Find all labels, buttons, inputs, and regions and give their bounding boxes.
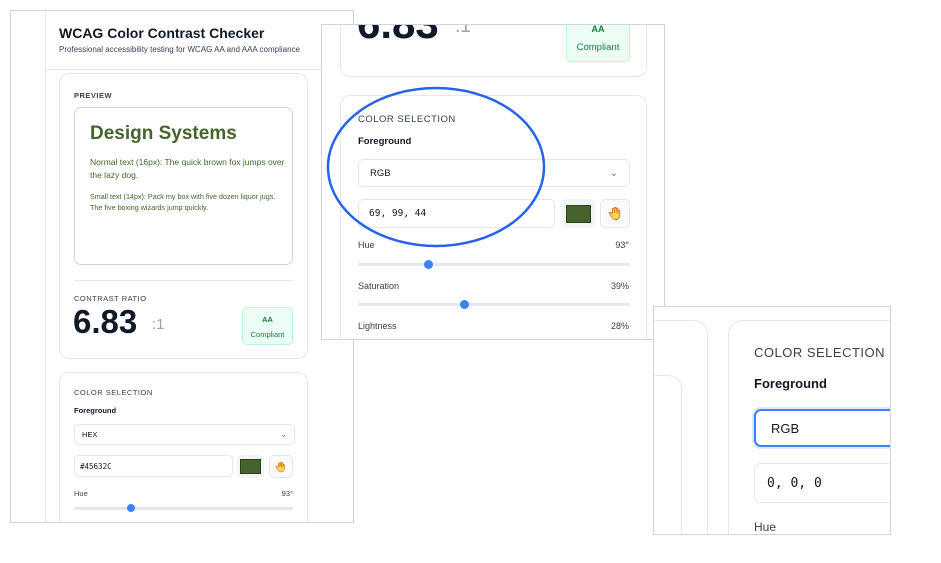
main-app-screenshot: WCAG Color Contrast Checker Professional…: [10, 10, 354, 523]
color-swatch-button[interactable]: [237, 455, 264, 478]
foreground-label: Foreground: [74, 406, 117, 415]
format-select-value: HEX: [82, 430, 98, 439]
foreground-label-zoom2: Foreground: [754, 376, 827, 391]
contrast-ratio-label: CONTRAST RATIO: [74, 294, 147, 303]
rgb-input-value-zoom2: 0, 0, 0: [767, 475, 822, 491]
highlight-ellipse: [326, 86, 546, 248]
preview-normal-text: Normal text (16px): The quick brown fox …: [90, 157, 285, 180]
preview-divider: [74, 280, 293, 281]
hue-label-zoom2: Hue: [754, 520, 777, 534]
color-selection-label: COLOR SELECTION: [74, 388, 153, 397]
badge-level: AA: [262, 315, 273, 324]
color-selection-card-zoom2: COLOR SELECTION Foreground RGB 0, 0, 0 H…: [728, 320, 890, 534]
format-select-value-zoom2: RGB: [771, 420, 800, 436]
preview-small-text: Small text (14px): Pack my box with five…: [90, 192, 276, 212]
color-swatch-zoom: [565, 204, 591, 223]
background-card-edge-2: [654, 375, 682, 534]
hex-input[interactable]: #45632C: [74, 455, 233, 477]
preview-card: PREVIEW Design Systems Normal text (16px…: [59, 73, 308, 359]
preview-box: Design Systems Normal text (16px): The q…: [74, 107, 293, 265]
lightness-label-zoom: Lightness: [358, 321, 397, 331]
app-subtitle: Professional accessibility testing for W…: [59, 45, 301, 54]
saturation-slider-thumb-zoom[interactable]: [459, 300, 469, 309]
preview-heading: Design Systems: [90, 123, 237, 144]
contrast-ratio-suffix-zoom: :1: [455, 24, 471, 37]
hex-input-value: #45632C: [80, 461, 112, 471]
hue-label: Hue: [74, 489, 88, 498]
saturation-label-zoom: Saturation: [358, 281, 400, 291]
saturation-value-zoom: 39%: [610, 281, 629, 291]
contrast-ratio-value: 6.83: [73, 303, 138, 340]
hue-value-zoom: 93°: [615, 240, 629, 250]
hue-slider-thumb-zoom[interactable]: [423, 260, 433, 269]
hand-icon: [608, 206, 620, 221]
left-rail: [45, 11, 46, 522]
color-swatch-button-zoom[interactable]: [561, 199, 595, 228]
hue-value: 93°: [281, 489, 293, 498]
badge-level-zoom: AA: [591, 24, 605, 34]
hue-slider-track-zoom[interactable]: [358, 263, 630, 266]
zoomed-input-screenshot: COLOR SELECTION Foreground RGB 0, 0, 0 H…: [653, 306, 891, 535]
color-selection-label-zoom2: COLOR SELECTION: [754, 345, 886, 360]
contrast-ratio-suffix: :1: [152, 316, 165, 333]
lightness-value-zoom: 28%: [610, 321, 629, 331]
header-divider: [46, 69, 353, 70]
color-selection-card: COLOR SELECTION Foreground HEX ⌄ #45632C…: [59, 372, 308, 522]
hue-slider-track[interactable]: [74, 507, 293, 510]
app-title: WCAG Color Contrast Checker: [59, 25, 265, 41]
hand-icon: [275, 461, 285, 472]
color-swatch: [240, 459, 261, 474]
rgb-input-zoom2[interactable]: 0, 0, 0: [754, 463, 890, 503]
chevron-down-icon: ⌄: [609, 167, 618, 179]
contrast-ratio-value-zoom: 6.83: [357, 25, 439, 48]
saturation-slider-track-zoom[interactable]: [358, 303, 630, 306]
contrast-card-zoom: 6.83 :1 AA Compliant: [340, 24, 647, 77]
compliance-badge-zoom: AA Compliant: [566, 24, 630, 62]
compliance-badge: AA Compliant: [242, 307, 293, 345]
chevron-down-icon: ⌄: [280, 430, 287, 439]
badge-status-zoom: Compliant: [576, 42, 620, 53]
hue-slider-thumb[interactable]: [126, 504, 135, 512]
format-select[interactable]: HEX ⌄: [74, 424, 295, 445]
eyedropper-button[interactable]: [269, 455, 293, 478]
format-select-zoom2[interactable]: RGB: [754, 409, 890, 447]
preview-section-label: PREVIEW: [74, 91, 113, 100]
badge-status: Compliant: [250, 330, 285, 339]
eyedropper-button-zoom[interactable]: [600, 199, 630, 228]
